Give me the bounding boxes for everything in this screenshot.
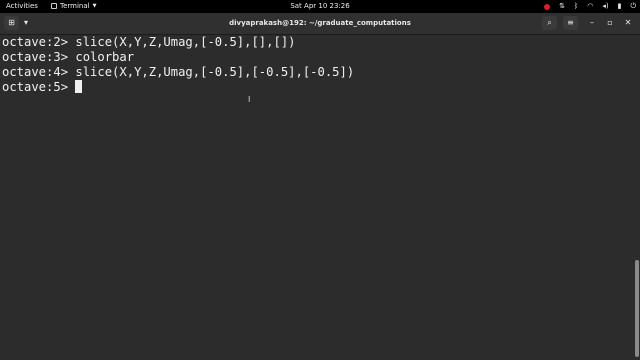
minimize-icon: – [590,18,594,27]
terminal-prompt-line[interactable]: octave:5> [0,80,634,95]
close-button[interactable]: ✕ [621,16,635,30]
close-icon: ✕ [624,18,632,27]
search-button[interactable]: ⌕ [542,16,557,30]
record-icon [544,3,551,10]
hamburger-menu-icon: ≡ [567,18,574,27]
battery-icon: ▮ [617,2,622,10]
terminal-output[interactable]: octave:2> slice(X,Y,Z,Umag,[-0.5],[],[])… [0,35,634,360]
system-top-bar: Activities Terminal ▼ Sat Apr 10 23:26 ⇅… [0,0,640,13]
maximize-icon: ▫ [607,18,613,27]
menu-button[interactable]: ≡ [563,16,578,30]
maximize-button[interactable]: ▫ [603,16,617,30]
volume-icon: ◂) [602,2,609,10]
new-tab-button[interactable]: ⊞ [4,16,19,30]
minimize-button[interactable]: – [585,16,599,30]
caret-down-icon: ▼ [92,3,97,9]
app-menu-label: Terminal [60,2,90,10]
window-header-bar: ⊞ ▾ divyaprakash@192: ~/graduate_computa… [0,13,640,35]
activities-button[interactable]: Activities [6,2,38,10]
power-icon: ⏻ [630,2,636,10]
terminal-line: octave:4> slice(X,Y,Z,Umag,[-0.5],[-0.5]… [2,65,355,79]
mouse-cursor-icon: I [248,95,251,104]
system-tray[interactable]: ⇅ ᛒ ◠ ◂) ▮ ⏻ [544,1,636,12]
terminal-icon [51,3,57,9]
terminal-line: octave:3> colorbar [2,50,135,64]
terminal-line: octave:2> slice(X,Y,Z,Umag,[-0.5],[],[]) [2,35,296,49]
wifi-icon: ◠ [587,2,594,10]
tab-menu-button[interactable]: ▾ [19,16,33,30]
scrollbar-thumb[interactable] [635,260,639,357]
network-icon: ⇅ [559,2,566,10]
new-tab-icon: ⊞ [8,18,15,27]
search-icon: ⌕ [547,18,552,27]
terminal-prompt: octave:5> [2,80,69,94]
scrollbar[interactable] [634,35,640,360]
text-cursor [75,80,83,93]
app-menu[interactable]: Terminal ▼ [51,2,96,10]
dropdown-icon: ▾ [23,18,28,27]
bluetooth-icon: ᛒ [574,2,579,10]
